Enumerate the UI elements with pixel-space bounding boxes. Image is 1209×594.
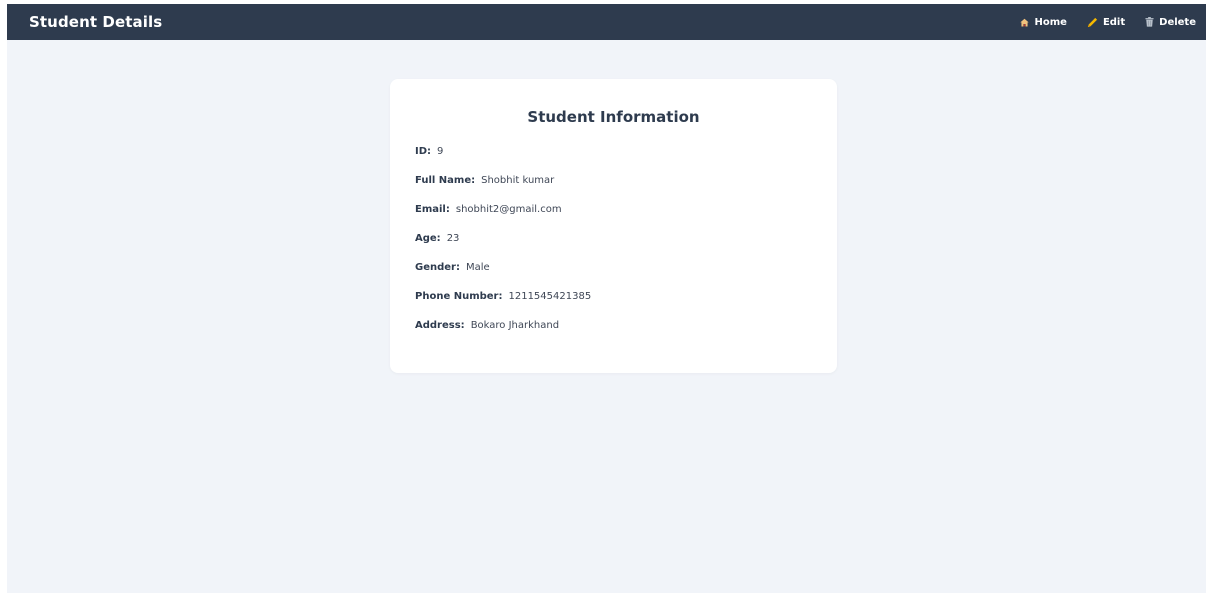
nav-edit-label: Edit (1102, 16, 1126, 28)
field-label: Full Name: (415, 175, 476, 186)
nav-home-label: Home (1034, 16, 1067, 28)
field-label: Address: (415, 320, 465, 331)
student-fields: ID: 9 Full Name: Shobhit kumar Email: sh… (415, 146, 812, 349)
field-label: Phone Number: (415, 291, 503, 302)
student-info-card: Student Information ID: 9 Full Name: Sho… (390, 79, 837, 373)
trash-icon (1145, 17, 1154, 27)
app-title: Student Details (29, 13, 163, 31)
field-phone-number: Phone Number: 1211545421385 (415, 291, 812, 320)
nav-delete-label: Delete (1159, 16, 1196, 28)
field-value: 23 (446, 233, 460, 244)
field-gender: Gender: Male (415, 262, 812, 291)
field-id: ID: 9 (415, 146, 812, 175)
field-email: Email: shobhit2@gmail.com (415, 204, 812, 233)
field-value: 1211545421385 (508, 291, 592, 302)
field-value: 9 (437, 146, 444, 157)
nav-menu: Home Edit Delete (1020, 17, 1196, 28)
field-label: Age: (415, 233, 441, 244)
field-full-name: Full Name: Shobhit kumar (415, 175, 812, 204)
app-frame: Student Details Home Edit Delete Student… (7, 4, 1206, 593)
field-label: ID: (415, 146, 432, 157)
nav-delete-link[interactable]: Delete (1145, 17, 1196, 28)
field-label: Gender: (415, 262, 460, 273)
field-value: Male (465, 262, 490, 273)
pencil-icon (1087, 17, 1098, 28)
field-label: Email: (415, 204, 450, 215)
field-value: Shobhit kumar (481, 175, 555, 186)
nav-edit-link[interactable]: Edit (1087, 17, 1125, 28)
nav-home-link[interactable]: Home (1020, 16, 1067, 28)
top-navbar: Student Details Home Edit Delete (7, 4, 1206, 40)
field-age: Age: 23 (415, 233, 812, 262)
home-icon (1020, 18, 1030, 27)
field-value: shobhit2@gmail.com (455, 204, 562, 215)
field-value: Bokaro Jharkhand (470, 320, 560, 331)
card-title: Student Information (527, 108, 700, 126)
field-address: Address: Bokaro Jharkhand (415, 320, 812, 349)
